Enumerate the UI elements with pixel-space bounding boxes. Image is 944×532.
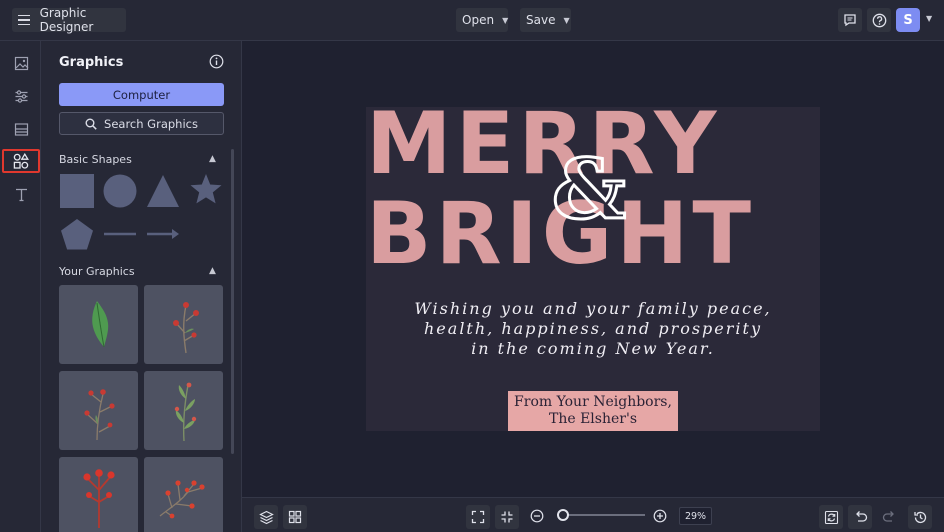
history-button[interactable] [908, 505, 932, 529]
comments-button[interactable] [838, 8, 862, 32]
graphic-berry-branch[interactable] [59, 371, 138, 450]
greeting-line: Wishing you and your family peace, [414, 299, 772, 318]
rail-item-adjust[interactable] [8, 84, 34, 108]
comment-icon [844, 14, 856, 27]
ampersand-graphic[interactable]: & [550, 148, 627, 233]
sliders-icon [15, 89, 27, 103]
layers-icon [258, 510, 274, 524]
computer-upload-button[interactable]: Computer [59, 83, 224, 106]
graphics-icon [13, 153, 29, 169]
zoom-value[interactable]: 29% [679, 507, 712, 525]
holly-leaf-icon [91, 300, 108, 347]
user-avatar[interactable]: S [896, 8, 920, 32]
pentagon-shape[interactable] [60, 218, 94, 251]
graphic-holly-leaf[interactable] [59, 285, 138, 364]
background-icon [14, 122, 28, 136]
chevron-up-icon[interactable]: ▲ [209, 266, 216, 276]
berry-branch-icon [83, 388, 115, 440]
help-icon [872, 13, 886, 27]
triangle-shape[interactable] [146, 174, 180, 208]
graphic-red-flower-stem[interactable] [59, 457, 138, 532]
greeting-line: in the coming New Year. [471, 339, 715, 358]
chevron-down-icon[interactable]: ▼ [926, 14, 932, 23]
berry-sprig-icon [172, 301, 199, 353]
berry-cluster-icon [159, 479, 205, 518]
rail-item-text[interactable] [8, 182, 34, 206]
design-card[interactable]: MERRY BRIGHT & Wishing you and your fami… [366, 107, 820, 431]
graphic-berry-cluster[interactable] [144, 457, 223, 532]
greeting-line: health, happiness, and prosperity [424, 319, 762, 338]
zoom-slider-track[interactable] [560, 514, 645, 516]
search-graphics-label: Search Graphics [104, 116, 198, 131]
app-title: Graphic Designer [39, 6, 94, 34]
basic-shapes-heading: Basic Shapes [59, 153, 132, 166]
info-icon[interactable] [209, 54, 224, 69]
undo-icon [855, 511, 867, 522]
search-icon [85, 118, 97, 130]
headline-merry[interactable]: MERRY [366, 107, 720, 187]
star-shape[interactable] [189, 173, 223, 207]
zoom-in-icon[interactable] [653, 509, 667, 523]
graphic-berry-sprig[interactable] [144, 285, 223, 364]
shrink-button[interactable] [495, 505, 519, 529]
your-graphics-heading: Your Graphics [59, 265, 135, 278]
panel-title: Graphics [59, 55, 124, 70]
chevron-down-icon: ▼ [502, 15, 509, 25]
open-label: Open [462, 13, 495, 27]
rail-item-graphics[interactable] [2, 149, 40, 173]
top-bar: Graphic Designer Open ▼ Save ▼ S ▼ [0, 0, 944, 41]
collapse-icon [501, 511, 513, 523]
red-flower-stem-icon [82, 468, 115, 528]
chevron-down-icon: ▼ [563, 15, 570, 25]
fit-screen-button[interactable] [466, 505, 490, 529]
square-shape[interactable] [60, 174, 94, 208]
arrow-shape[interactable] [146, 227, 180, 241]
help-button[interactable] [867, 8, 891, 32]
search-graphics-button[interactable]: Search Graphics [59, 112, 224, 135]
history-icon [913, 511, 926, 523]
open-button[interactable]: Open ▼ [456, 8, 508, 32]
rail-item-images[interactable] [8, 51, 34, 75]
image-icon [14, 56, 28, 70]
redo-button[interactable] [877, 505, 901, 529]
grid-button[interactable] [283, 505, 307, 529]
graphics-panel: Graphics Computer Search Graphics Basic … [41, 41, 242, 532]
hamburger-icon [18, 12, 30, 29]
tool-rail [0, 41, 41, 532]
green-sprig-icon [174, 382, 196, 441]
undo-button[interactable] [848, 505, 872, 529]
expand-icon [471, 510, 485, 524]
sync-button[interactable] [819, 505, 843, 529]
panel-scrollbar[interactable] [231, 149, 234, 454]
zoom-out-icon[interactable] [530, 509, 544, 523]
refresh-icon [824, 510, 838, 524]
line-shape[interactable] [103, 227, 137, 241]
graphic-green-sprig[interactable] [144, 371, 223, 450]
signature-box[interactable]: From Your Neighbors, The Elsher's [508, 391, 678, 431]
greeting-text[interactable]: Wishing you and your family peace, healt… [366, 299, 820, 359]
text-icon [15, 188, 27, 201]
signature-line: From Your Neighbors, [514, 394, 672, 410]
signature-line: The Elsher's [549, 411, 637, 427]
app-menu-button[interactable]: Graphic Designer [12, 6, 126, 34]
redo-icon [882, 511, 894, 522]
layers-button[interactable] [254, 505, 278, 529]
circle-shape[interactable] [103, 174, 137, 208]
rail-item-background[interactable] [8, 117, 34, 141]
grid-icon [288, 510, 302, 524]
chevron-up-icon[interactable]: ▲ [209, 154, 216, 164]
save-button[interactable]: Save ▼ [520, 8, 571, 32]
save-label: Save [526, 13, 556, 27]
